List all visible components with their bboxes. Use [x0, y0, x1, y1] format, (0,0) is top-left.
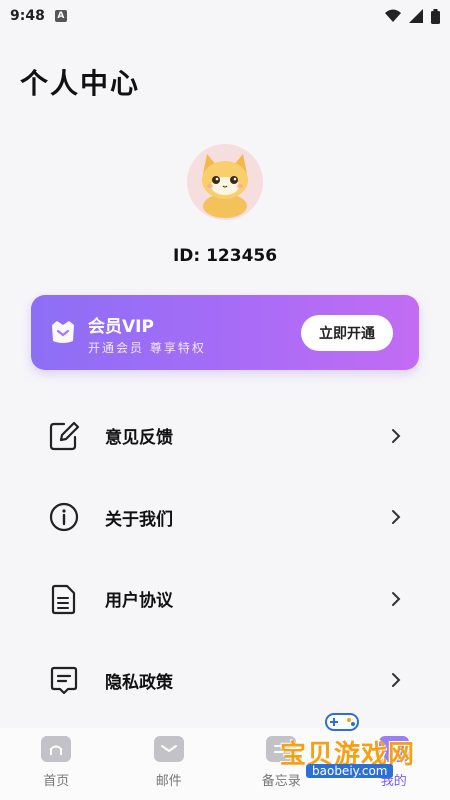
- wifi-icon: [385, 9, 401, 22]
- tab-label: 首页: [43, 774, 70, 789]
- document-icon: [48, 583, 80, 615]
- watermark-url: baobeiy.com: [306, 764, 394, 778]
- menu-item-about[interactable]: 关于我们: [0, 477, 450, 559]
- crown-icon: [52, 321, 74, 343]
- info-icon: [48, 501, 80, 533]
- tab-home[interactable]: 首页: [0, 728, 113, 800]
- menu-label: 意见反馈: [105, 428, 173, 449]
- avatar[interactable]: [187, 144, 263, 220]
- settings-menu: 意见反馈 关于我们 用户协议 隐私政策: [0, 395, 450, 721]
- page-title: 个人中心: [20, 67, 141, 100]
- cat-avatar-icon: [202, 154, 248, 218]
- watermark-logo: 宝贝游戏网 baobeiy.com: [278, 708, 438, 783]
- chevron-right-icon: [392, 428, 401, 443]
- notification-badge-icon: A: [54, 10, 67, 22]
- menu-item-feedback[interactable]: 意见反馈: [0, 395, 450, 477]
- user-id: ID: 123456: [172, 246, 278, 266]
- menu-label: 关于我们: [105, 509, 173, 530]
- home-icon: [41, 736, 72, 762]
- vip-subtitle: 开通会员 尊享特权: [88, 341, 206, 355]
- menu-label: 隐私政策: [105, 672, 173, 693]
- message-icon: [48, 664, 80, 696]
- chevron-right-icon: [392, 591, 401, 606]
- menu-item-user-agreement[interactable]: 用户协议: [0, 558, 450, 640]
- chevron-right-icon: [392, 673, 401, 688]
- tab-mail[interactable]: 邮件: [113, 728, 226, 800]
- gamepad-icon: [325, 713, 359, 731]
- mail-icon: [153, 736, 184, 762]
- vip-card[interactable]: 会员VIP 开通会员 尊享特权 立即开通: [31, 295, 419, 370]
- chevron-right-icon: [392, 510, 401, 525]
- tab-label: 邮件: [155, 774, 182, 789]
- menu-label: 用户协议: [105, 591, 173, 612]
- status-bar: 9:48 A: [0, 0, 450, 32]
- status-time: 9:48: [10, 8, 45, 24]
- signal-icon: [409, 9, 423, 23]
- vip-title: 会员VIP: [88, 317, 154, 337]
- activate-vip-button[interactable]: 立即开通: [301, 315, 393, 351]
- battery-icon: [431, 8, 440, 24]
- edit-icon: [48, 420, 80, 452]
